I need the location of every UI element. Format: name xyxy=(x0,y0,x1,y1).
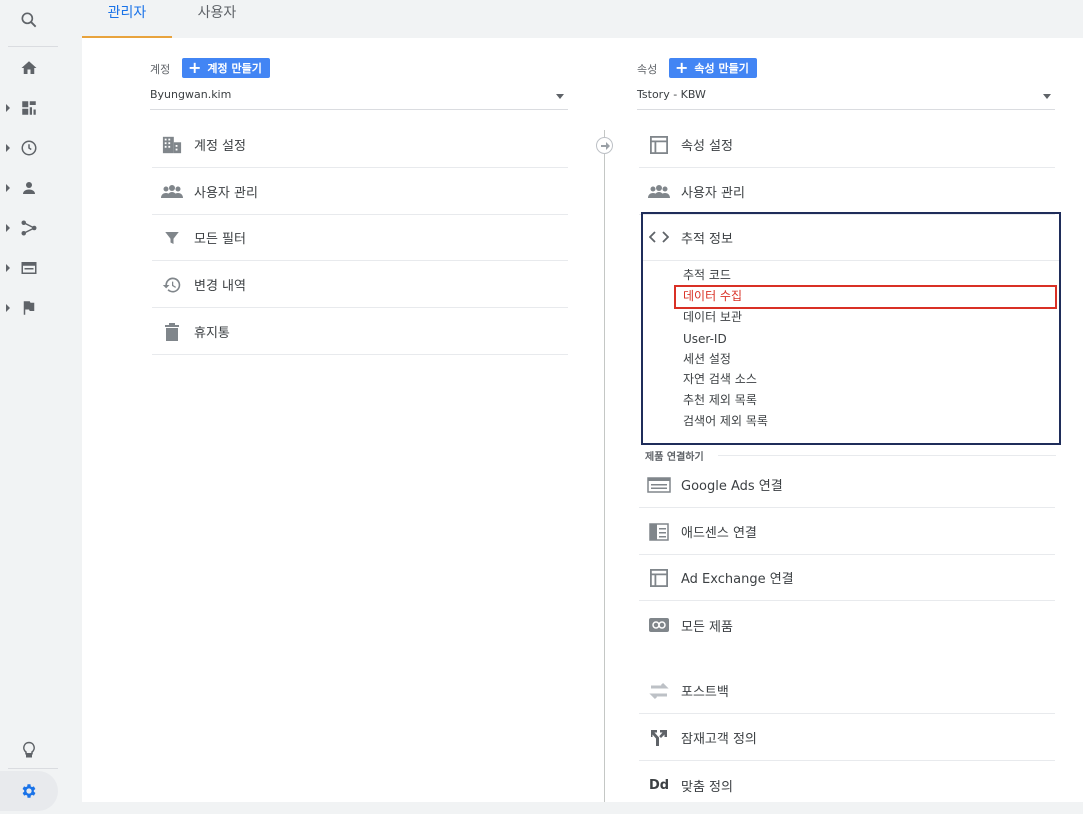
people-icon xyxy=(152,180,192,204)
section-divider xyxy=(718,455,1056,456)
google-ads-icon xyxy=(639,473,679,497)
search-icon[interactable] xyxy=(0,0,58,40)
chevron-down-icon xyxy=(556,94,564,99)
row-label: 모든 제품 xyxy=(681,619,733,635)
create-property-button[interactable]: + 속성 만들기 xyxy=(669,58,757,78)
tracking-info-section: 추적 정보 추적 코드 데이터 수집 데이터 보관 User-ID 세션 설정 … xyxy=(641,212,1061,445)
search-term-exclusion-link[interactable]: 검색어 제외 목록 xyxy=(683,411,768,431)
property-settings-icon xyxy=(639,133,679,157)
account-selector[interactable]: Byungwan.kim xyxy=(150,88,568,110)
tab-user[interactable]: 사용자 xyxy=(182,0,252,38)
tracking-info-header[interactable]: 추적 정보 xyxy=(643,214,1059,261)
row-change-history[interactable]: 변경 내역 xyxy=(152,262,568,308)
nav-separator xyxy=(8,46,58,47)
row-audience-definitions[interactable]: 잠재고객 정의 xyxy=(639,715,1055,761)
property-selector[interactable]: Tstory - KBW xyxy=(637,88,1055,110)
gear-icon[interactable] xyxy=(0,771,58,811)
tab-bar: 관리자 사용자 xyxy=(82,0,1083,38)
row-label: 모든 필터 xyxy=(194,232,246,247)
row-custom-definitions[interactable]: Dd 맞춤 정의 xyxy=(639,762,1055,808)
row-label: 잠재고객 정의 xyxy=(681,732,757,747)
plus-icon: + xyxy=(188,58,202,77)
row-account-settings[interactable]: 계정 설정 xyxy=(152,122,568,168)
row-google-ads-linking[interactable]: Google Ads 연결 xyxy=(639,462,1055,508)
row-ad-exchange-linking[interactable]: Ad Exchange 연결 xyxy=(639,555,1055,601)
flag-icon[interactable] xyxy=(0,288,58,328)
row-label: 포스트백 xyxy=(681,685,729,700)
row-all-filters[interactable]: 모든 필터 xyxy=(152,215,568,261)
building-icon xyxy=(152,133,192,157)
column-divider xyxy=(604,130,605,802)
row-label: Google Ads 연결 xyxy=(681,479,783,494)
create-account-button[interactable]: + 계정 만들기 xyxy=(182,58,270,78)
property-label: 속성 xyxy=(637,63,658,76)
home-icon[interactable] xyxy=(0,48,58,88)
filter-icon xyxy=(152,226,192,250)
account-label: 계정 xyxy=(150,63,171,76)
row-label: 변경 내역 xyxy=(194,279,246,294)
organic-search-sources-link[interactable]: 자연 검색 소스 xyxy=(683,369,757,389)
row-all-products[interactable]: 모든 제품 xyxy=(639,602,1055,648)
customization-icon[interactable] xyxy=(0,88,58,128)
link-icon xyxy=(639,613,679,637)
row-postback[interactable]: 포스트백 xyxy=(639,668,1055,714)
behavior-icon[interactable] xyxy=(0,248,58,288)
tab-admin[interactable]: 관리자 xyxy=(82,0,172,38)
clock-icon[interactable] xyxy=(0,128,58,168)
adsense-icon xyxy=(639,520,679,544)
row-label: 휴지통 xyxy=(194,326,230,341)
row-adsense-linking[interactable]: 애드센스 연결 xyxy=(639,509,1055,555)
history-icon xyxy=(152,273,192,297)
row-label: 사용자 관리 xyxy=(194,186,258,201)
create-account-label: 계정 만들기 xyxy=(207,62,262,75)
row-label: 사용자 관리 xyxy=(681,186,745,201)
user-id-link[interactable]: User-ID xyxy=(683,329,727,349)
acquisition-icon[interactable] xyxy=(0,208,58,248)
tracking-code-link[interactable]: 추적 코드 xyxy=(683,265,731,285)
create-property-label: 속성 만들기 xyxy=(694,62,749,75)
row-label: 계정 설정 xyxy=(194,139,246,154)
audience-icon xyxy=(639,726,679,750)
nav-separator xyxy=(8,768,58,769)
arrow-right-icon[interactable] xyxy=(596,137,613,154)
dd-icon: Dd xyxy=(648,777,670,793)
tracking-info-label: 추적 정보 xyxy=(681,231,733,247)
row-property-user-management[interactable]: 사용자 관리 xyxy=(639,169,1055,215)
person-icon[interactable] xyxy=(0,168,58,208)
account-selected: Byungwan.kim xyxy=(150,88,232,101)
row-label: 속성 설정 xyxy=(681,139,733,154)
chevron-down-icon xyxy=(1043,94,1051,99)
plus-icon: + xyxy=(675,58,689,77)
people-icon xyxy=(639,180,679,204)
row-label: 맞춤 정의 xyxy=(681,779,733,795)
row-account-user-management[interactable]: 사용자 관리 xyxy=(152,169,568,215)
postback-icon xyxy=(639,679,679,703)
left-navigation xyxy=(0,0,58,814)
row-label: 애드센스 연결 xyxy=(681,526,757,541)
code-icon xyxy=(643,230,675,244)
row-label: Ad Exchange 연결 xyxy=(681,572,794,587)
ad-exchange-icon xyxy=(639,566,679,590)
property-selected: Tstory - KBW xyxy=(637,88,706,101)
data-retention-link[interactable]: 데이터 보관 xyxy=(683,307,742,327)
row-property-settings[interactable]: 속성 설정 xyxy=(639,122,1055,168)
data-collection-link[interactable]: 데이터 수집 xyxy=(683,286,742,306)
trash-icon xyxy=(152,320,192,344)
product-linking-label: 제품 연결하기 xyxy=(645,452,704,463)
session-settings-link[interactable]: 세션 설정 xyxy=(683,349,731,369)
row-trash[interactable]: 휴지통 xyxy=(152,309,568,355)
lightbulb-icon[interactable] xyxy=(0,730,58,770)
referral-exclusion-link[interactable]: 추천 제외 목록 xyxy=(683,390,757,410)
